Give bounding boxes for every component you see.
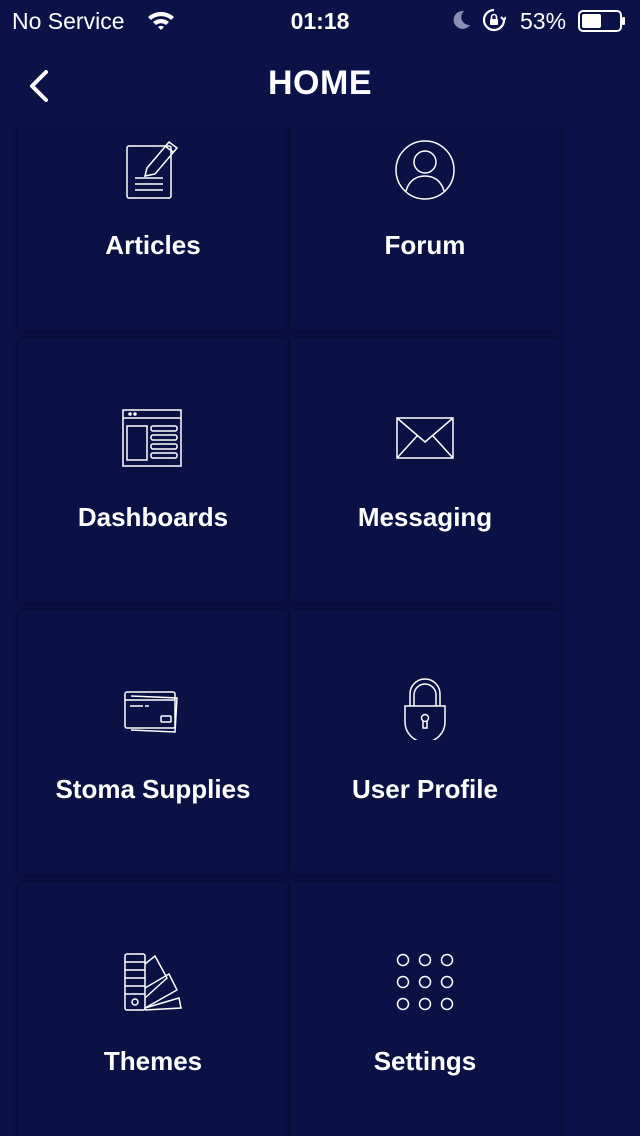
padlock-icon — [404, 678, 446, 740]
article-edit-icon — [126, 140, 179, 199]
dashboard-window-icon — [122, 409, 182, 467]
tile-dashboards[interactable]: Dashboards — [18, 338, 288, 602]
envelope-icon — [396, 417, 454, 459]
tile-settings[interactable]: Settings — [290, 882, 560, 1136]
user-circle-icon — [395, 140, 455, 200]
moon-icon — [453, 10, 470, 29]
battery-percent: 53% — [520, 8, 567, 34]
tile-label: User Profile — [352, 774, 498, 804]
tile-user-profile[interactable]: User Profile — [290, 610, 560, 874]
tile-label: Forum — [384, 230, 466, 260]
tile-forum[interactable]: Forum — [290, 128, 560, 330]
menu-grid: Articles Forum Dashboards Messaging Stom… — [0, 128, 640, 1136]
status-bar: No Service 01:18 53% — [0, 0, 640, 42]
tile-label: Messaging — [357, 502, 493, 532]
rotation-lock-icon — [482, 8, 506, 32]
tile-articles[interactable]: Articles — [18, 128, 288, 330]
tile-label: Articles — [105, 230, 201, 260]
dots-grid-icon — [396, 953, 454, 1011]
tile-messaging[interactable]: Messaging — [290, 338, 560, 602]
tile-themes[interactable]: Themes — [18, 882, 288, 1136]
tile-label: Dashboards — [77, 502, 229, 532]
tile-label: Themes — [103, 1046, 203, 1076]
color-swatch-icon — [124, 953, 182, 1011]
tile-label: Settings — [373, 1046, 477, 1076]
tile-label: Stoma Supplies — [55, 774, 251, 804]
credit-card-icon — [124, 691, 178, 733]
tile-stoma-supplies[interactable]: Stoma Supplies — [18, 610, 288, 874]
battery-icon — [578, 10, 625, 32]
navigation-bar: HOME — [0, 42, 640, 128]
page-title: HOME — [268, 64, 372, 102]
